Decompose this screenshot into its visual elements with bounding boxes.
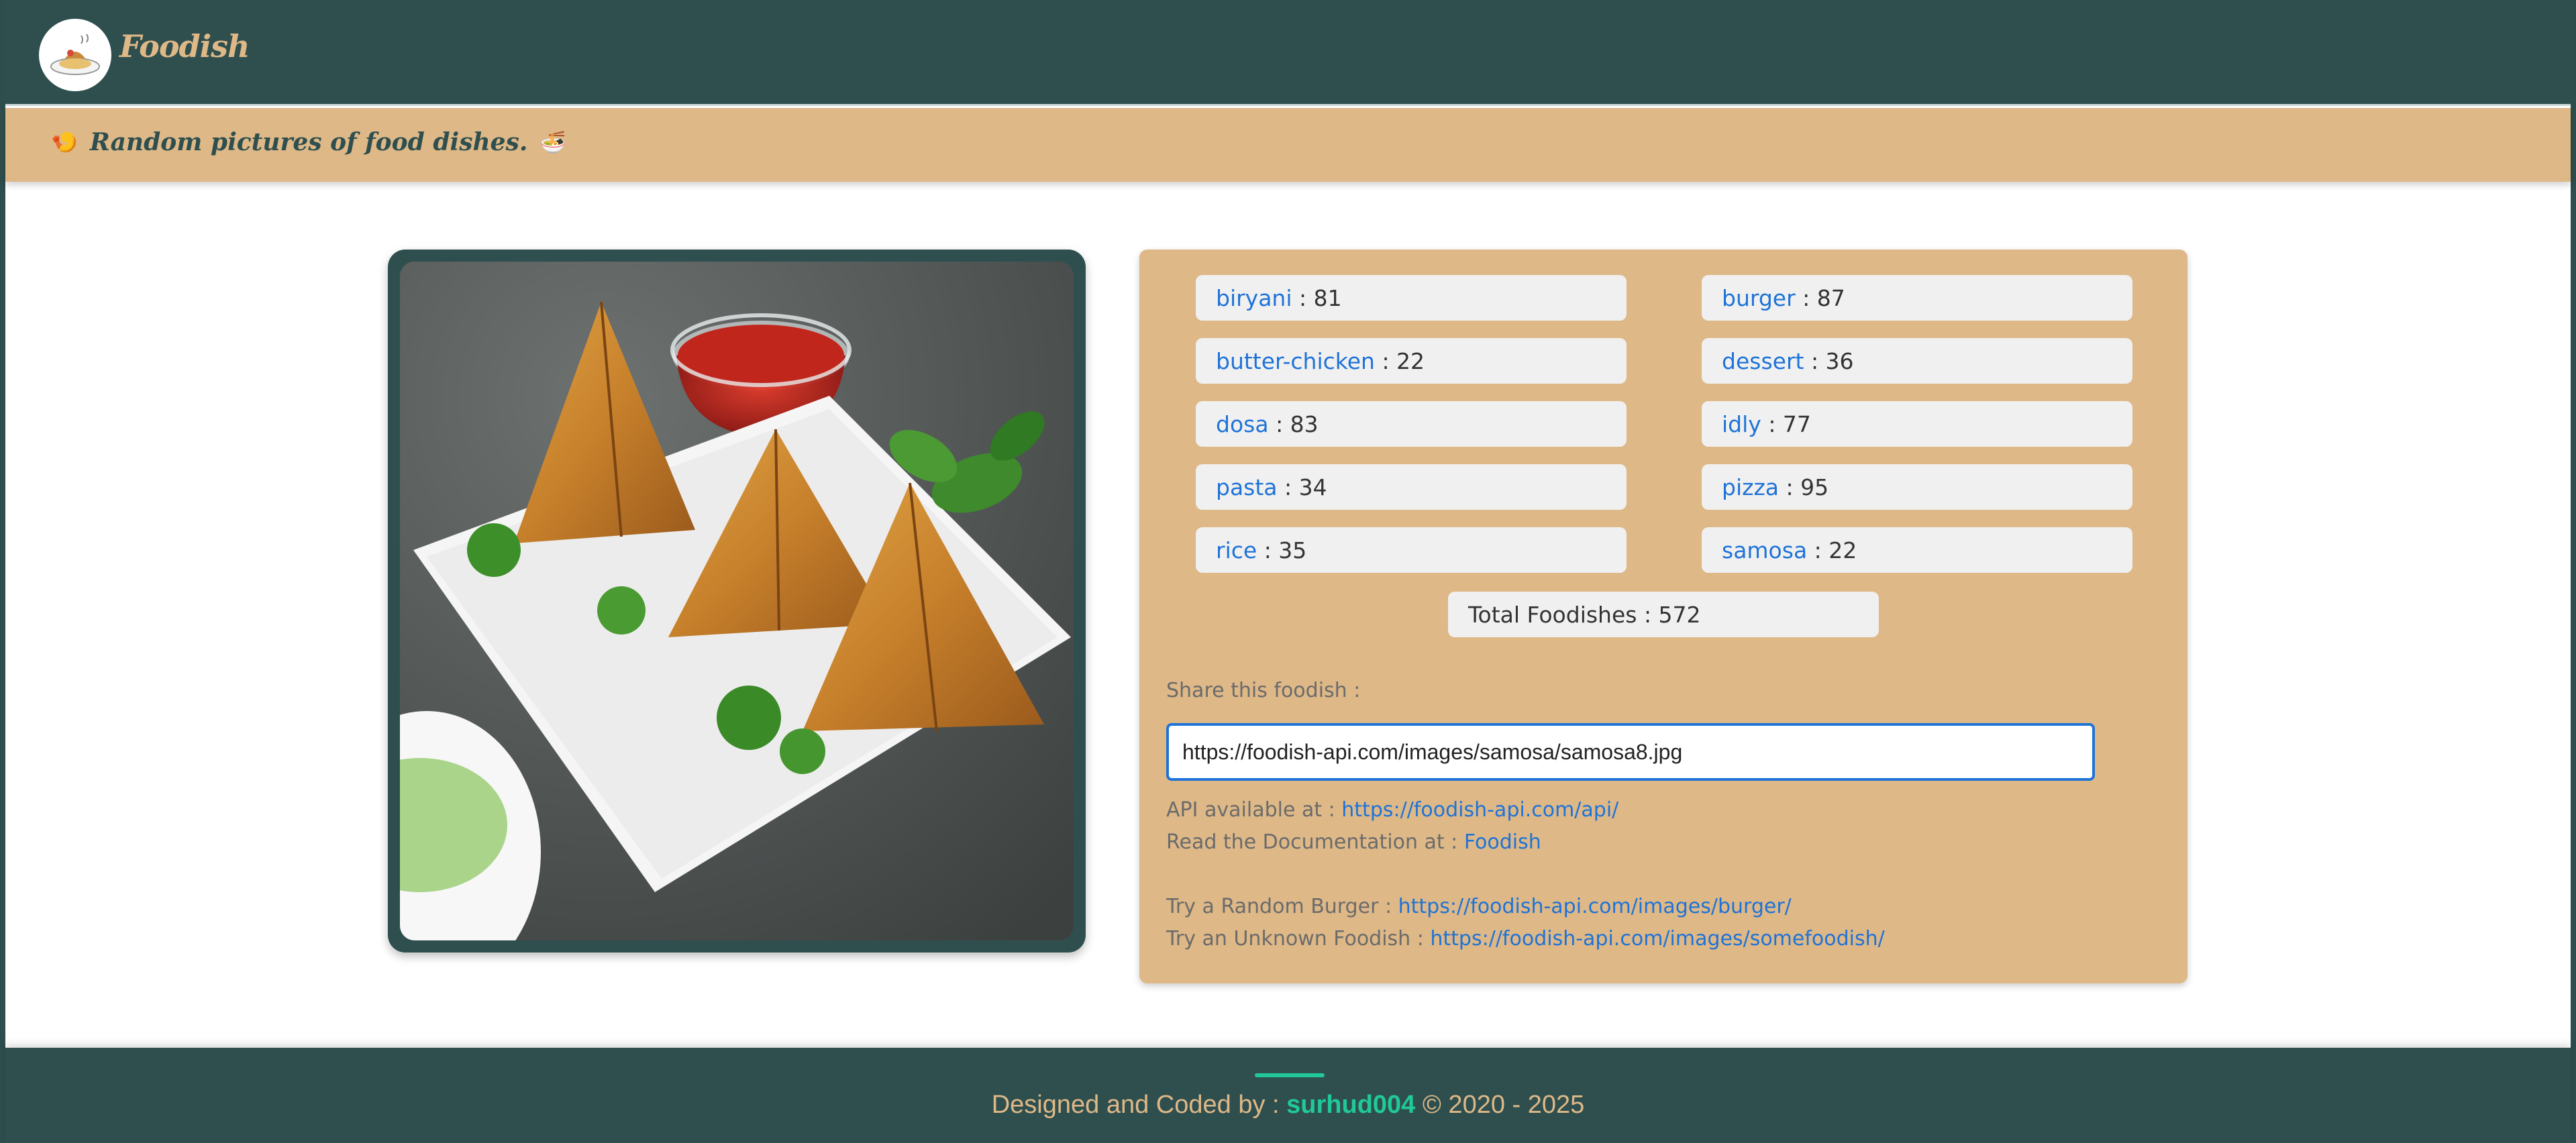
category-link-rice[interactable]: rice xyxy=(1216,537,1257,563)
api-info: API available at : https://foodish-api.c… xyxy=(1166,798,1618,822)
category-link-idly[interactable]: idly xyxy=(1722,411,1761,437)
share-url-input[interactable] xyxy=(1166,723,2095,781)
burger-info: Try a Random Burger : https://foodish-ap… xyxy=(1166,895,1792,918)
docs-info: Read the Documentation at : Foodish xyxy=(1166,830,1541,854)
category-link-dessert[interactable]: dessert xyxy=(1722,348,1804,374)
food-image xyxy=(400,262,1074,940)
navbar: Foodish xyxy=(5,0,2571,106)
category-pill: dosa : 83 xyxy=(1196,401,1627,447)
api-label: API available at : xyxy=(1166,798,1335,822)
category-link-burger[interactable]: burger xyxy=(1722,285,1796,311)
category-count: : 35 xyxy=(1264,537,1307,563)
category-link-samosa[interactable]: samosa xyxy=(1722,537,1807,563)
author-link[interactable]: surhud004 xyxy=(1286,1091,1415,1119)
tagline-text: Random pictures of food dishes. xyxy=(89,128,528,156)
footer-prefix: Designed and Coded by : xyxy=(991,1091,1280,1119)
docs-link[interactable]: Foodish xyxy=(1464,830,1541,854)
category-pill: biryani : 81 xyxy=(1196,275,1627,321)
category-link-dosa[interactable]: dosa xyxy=(1216,411,1269,437)
category-count: : 36 xyxy=(1810,347,1854,374)
category-pill: dessert : 36 xyxy=(1702,338,2132,384)
food-plate-logo-icon[interactable] xyxy=(39,19,111,91)
category-count: : 77 xyxy=(1768,411,1811,437)
category-count: : 87 xyxy=(1802,284,1845,311)
category-count: : 34 xyxy=(1284,474,1327,500)
api-link[interactable]: https://foodish-api.com/api/ xyxy=(1341,798,1618,822)
category-pill: rice : 35 xyxy=(1196,527,1627,573)
footer: Designed and Coded by : surhud004 © 2020… xyxy=(5,1048,2571,1143)
unknown-info: Try an Unknown Foodish : https://foodish… xyxy=(1166,927,1885,950)
category-count: : 95 xyxy=(1786,474,1829,500)
category-pill: pasta : 34 xyxy=(1196,464,1627,510)
footer-credits: Designed and Coded by : surhud004 © 2020… xyxy=(5,1091,2571,1120)
category-pill: pizza : 95 xyxy=(1702,464,2132,510)
noodle-bowl-icon: 🍜 xyxy=(539,129,567,155)
category-pill: idly : 77 xyxy=(1702,401,2132,447)
category-link-pizza[interactable]: pizza xyxy=(1722,474,1779,500)
category-count: : 22 xyxy=(1814,537,1857,563)
category-link-butter-chicken[interactable]: butter-chicken xyxy=(1216,348,1375,374)
unknown-label: Try an Unknown Foodish : xyxy=(1166,927,1424,950)
docs-label: Read the Documentation at : xyxy=(1166,830,1458,854)
total-foodishes: Total Foodishes : 572 xyxy=(1448,592,1879,637)
burger-label: Try a Random Burger : xyxy=(1166,895,1392,918)
burger-link[interactable]: https://foodish-api.com/images/burger/ xyxy=(1398,895,1792,918)
category-pill: butter-chicken : 22 xyxy=(1196,338,1627,384)
unknown-link[interactable]: https://foodish-api.com/images/somefoodi… xyxy=(1430,927,1884,950)
footer-copyright: © 2020 - 2025 xyxy=(1422,1091,1585,1119)
category-link-pasta[interactable]: pasta xyxy=(1216,474,1278,500)
food-image-card xyxy=(388,250,1086,953)
category-pill: samosa : 22 xyxy=(1702,527,2132,573)
share-label: Share this foodish : xyxy=(1166,679,1361,702)
category-count: : 81 xyxy=(1299,284,1342,311)
shrimp-icon: 🍤 xyxy=(51,129,78,155)
footer-divider xyxy=(1255,1073,1325,1077)
category-pill: burger : 87 xyxy=(1702,275,2132,321)
category-count: : 22 xyxy=(1382,347,1425,374)
stats-panel: biryani : 81 burger : 87 butter-chicken … xyxy=(1139,250,2187,983)
tagline: 🍤 Random pictures of food dishes. 🍜 xyxy=(51,128,566,156)
tagline-banner: 🍤 Random pictures of food dishes. 🍜 xyxy=(5,108,2571,182)
category-count: : 83 xyxy=(1276,411,1319,437)
brand-name[interactable]: Foodish xyxy=(119,28,250,64)
category-link-biryani[interactable]: biryani xyxy=(1216,285,1292,311)
